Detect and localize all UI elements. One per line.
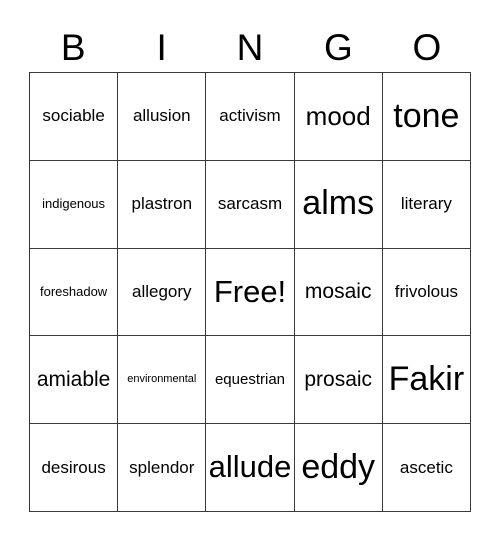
bingo-cell-label: ascetic bbox=[399, 457, 453, 477]
bingo-cell-label: amiable bbox=[36, 367, 111, 391]
bingo-cell[interactable]: sarcasm bbox=[206, 160, 295, 249]
bingo-cell[interactable]: frivolous bbox=[382, 248, 471, 337]
bingo-cell-label: frivolous bbox=[394, 282, 459, 302]
bingo-header-letter-n: N bbox=[236, 27, 264, 68]
bingo-cell-label: allude bbox=[208, 449, 292, 485]
bingo-header-letter-o: O bbox=[412, 27, 442, 68]
bingo-cell-label: activism bbox=[219, 106, 281, 126]
bingo-cell-label: foreshadow bbox=[39, 284, 108, 300]
bingo-cell-label: literary bbox=[400, 194, 452, 214]
bingo-header-letter-g: G bbox=[324, 27, 353, 68]
bingo-free-space-cell[interactable]: Free! bbox=[206, 248, 295, 337]
bingo-cell-label: mosaic bbox=[304, 279, 372, 303]
bingo-cell-label: mood bbox=[305, 100, 371, 131]
bingo-cell-label: tone bbox=[393, 96, 460, 135]
bingo-cell-label: environmental bbox=[127, 373, 197, 386]
bingo-cell-label: allegory bbox=[132, 282, 192, 302]
bingo-cell-label: prosaic bbox=[304, 367, 373, 391]
bingo-cell[interactable]: desirous bbox=[30, 424, 119, 512]
bingo-cell[interactable]: foreshadow bbox=[30, 248, 119, 337]
bingo-cell-label: allusion bbox=[132, 106, 191, 126]
bingo-cell[interactable]: sociable bbox=[30, 73, 119, 161]
bingo-cell-label: sociable bbox=[42, 106, 105, 126]
bingo-cell[interactable]: allusion bbox=[118, 73, 207, 161]
bingo-cell-label: indigenous bbox=[42, 196, 106, 212]
bingo-cell-label: equestrian bbox=[214, 370, 286, 388]
bingo-cell[interactable]: literary bbox=[382, 160, 471, 249]
bingo-cell-label: eddy bbox=[301, 447, 376, 486]
bingo-cell[interactable]: tone bbox=[382, 73, 471, 161]
bingo-cell[interactable]: alms bbox=[294, 160, 383, 249]
bingo-cell[interactable]: Fakir bbox=[382, 336, 471, 425]
bingo-cell[interactable]: ascetic bbox=[382, 424, 471, 512]
bingo-header-row: B I N G O bbox=[29, 16, 471, 66]
bingo-cell[interactable]: allude bbox=[206, 424, 295, 512]
bingo-cell[interactable]: indigenous bbox=[30, 160, 119, 249]
bingo-cell[interactable]: prosaic bbox=[294, 336, 383, 425]
bingo-header-letter-i: I bbox=[156, 27, 167, 68]
bingo-cell-label: plastron bbox=[131, 194, 193, 214]
bingo-cell-label: splendor bbox=[129, 457, 195, 477]
bingo-grid: sociable allusion activism mood tone ind… bbox=[29, 72, 471, 512]
bingo-cell-label: Fakir bbox=[388, 359, 465, 398]
bingo-cell[interactable]: mosaic bbox=[294, 248, 383, 337]
bingo-cell[interactable]: eddy bbox=[294, 424, 383, 512]
bingo-card: B I N G O sociable allusion activism moo… bbox=[0, 0, 500, 544]
bingo-cell[interactable]: splendor bbox=[118, 424, 207, 512]
bingo-header-letter-b: B bbox=[60, 27, 86, 68]
bingo-cell[interactable]: mood bbox=[294, 73, 383, 161]
bingo-cell[interactable]: activism bbox=[206, 73, 295, 161]
bingo-cell-label: sarcasm bbox=[217, 194, 283, 214]
bingo-cell[interactable]: amiable bbox=[30, 336, 119, 425]
bingo-free-space-label: Free! bbox=[213, 273, 287, 309]
bingo-cell-label: desirous bbox=[41, 457, 106, 477]
bingo-cell[interactable]: allegory bbox=[118, 248, 207, 337]
bingo-cell[interactable]: plastron bbox=[118, 160, 207, 249]
bingo-cell-label: alms bbox=[302, 184, 375, 223]
bingo-cell[interactable]: environmental bbox=[118, 336, 207, 425]
bingo-cell[interactable]: equestrian bbox=[206, 336, 295, 425]
